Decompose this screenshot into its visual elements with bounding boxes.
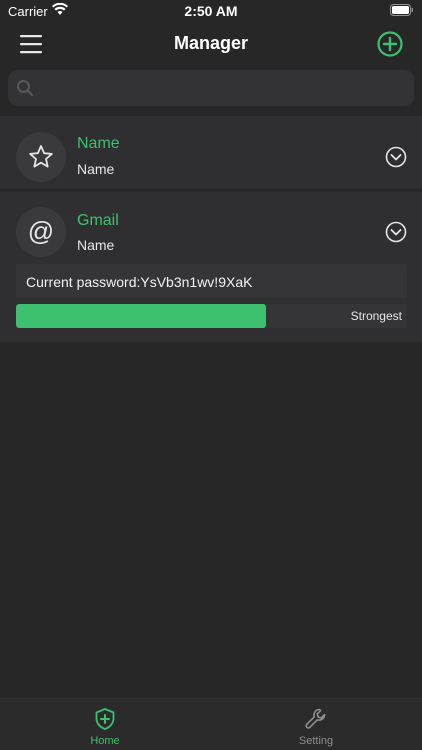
tab-setting[interactable]: Setting bbox=[256, 699, 376, 750]
tab-home[interactable]: Home bbox=[45, 699, 165, 750]
wrench-icon bbox=[305, 708, 326, 729]
password-strength-bar: Strongest bbox=[16, 304, 407, 328]
shield-plus-icon bbox=[95, 708, 115, 730]
item-avatar: @ bbox=[16, 207, 66, 257]
list-item[interactable]: Name Name bbox=[0, 116, 422, 189]
status-time: 2:50 AM bbox=[184, 3, 238, 19]
search-icon bbox=[17, 80, 33, 96]
tab-label: Home bbox=[90, 735, 120, 747]
item-subtitle: Name bbox=[77, 237, 115, 253]
item-title: Gmail bbox=[77, 212, 119, 229]
expand-button[interactable] bbox=[385, 146, 407, 168]
plus-circle-icon bbox=[377, 31, 403, 57]
at-sign-icon: @ bbox=[28, 217, 54, 246]
tab-bar: Home Setting bbox=[0, 698, 422, 750]
navigation-bar: Manager bbox=[0, 22, 422, 66]
tab-label: Setting bbox=[298, 735, 334, 747]
expand-button[interactable] bbox=[385, 221, 407, 243]
chevron-down-circle-icon bbox=[385, 221, 407, 243]
list-item-expanded[interactable]: @ Gmail Name Current password:YsVb3n1wv!… bbox=[0, 192, 422, 342]
search-bar[interactable] bbox=[8, 70, 414, 106]
current-password: Current password:YsVb3n1wv!9XaK bbox=[16, 264, 407, 298]
item-title: Name bbox=[77, 135, 120, 152]
status-bar: Carrier 2:50 AM bbox=[0, 0, 422, 22]
page-title: Manager bbox=[173, 33, 249, 53]
svg-text:@: @ bbox=[28, 217, 54, 246]
item-subtitle: Name bbox=[77, 161, 115, 177]
star-icon bbox=[29, 145, 53, 168]
password-strength-label: Strongest bbox=[350, 309, 402, 323]
add-button[interactable] bbox=[376, 30, 404, 58]
chevron-down-circle-icon bbox=[385, 146, 407, 168]
search-input[interactable] bbox=[40, 70, 406, 106]
battery-icon bbox=[390, 4, 414, 19]
password-strength-fill bbox=[16, 304, 267, 328]
item-avatar bbox=[16, 132, 66, 182]
